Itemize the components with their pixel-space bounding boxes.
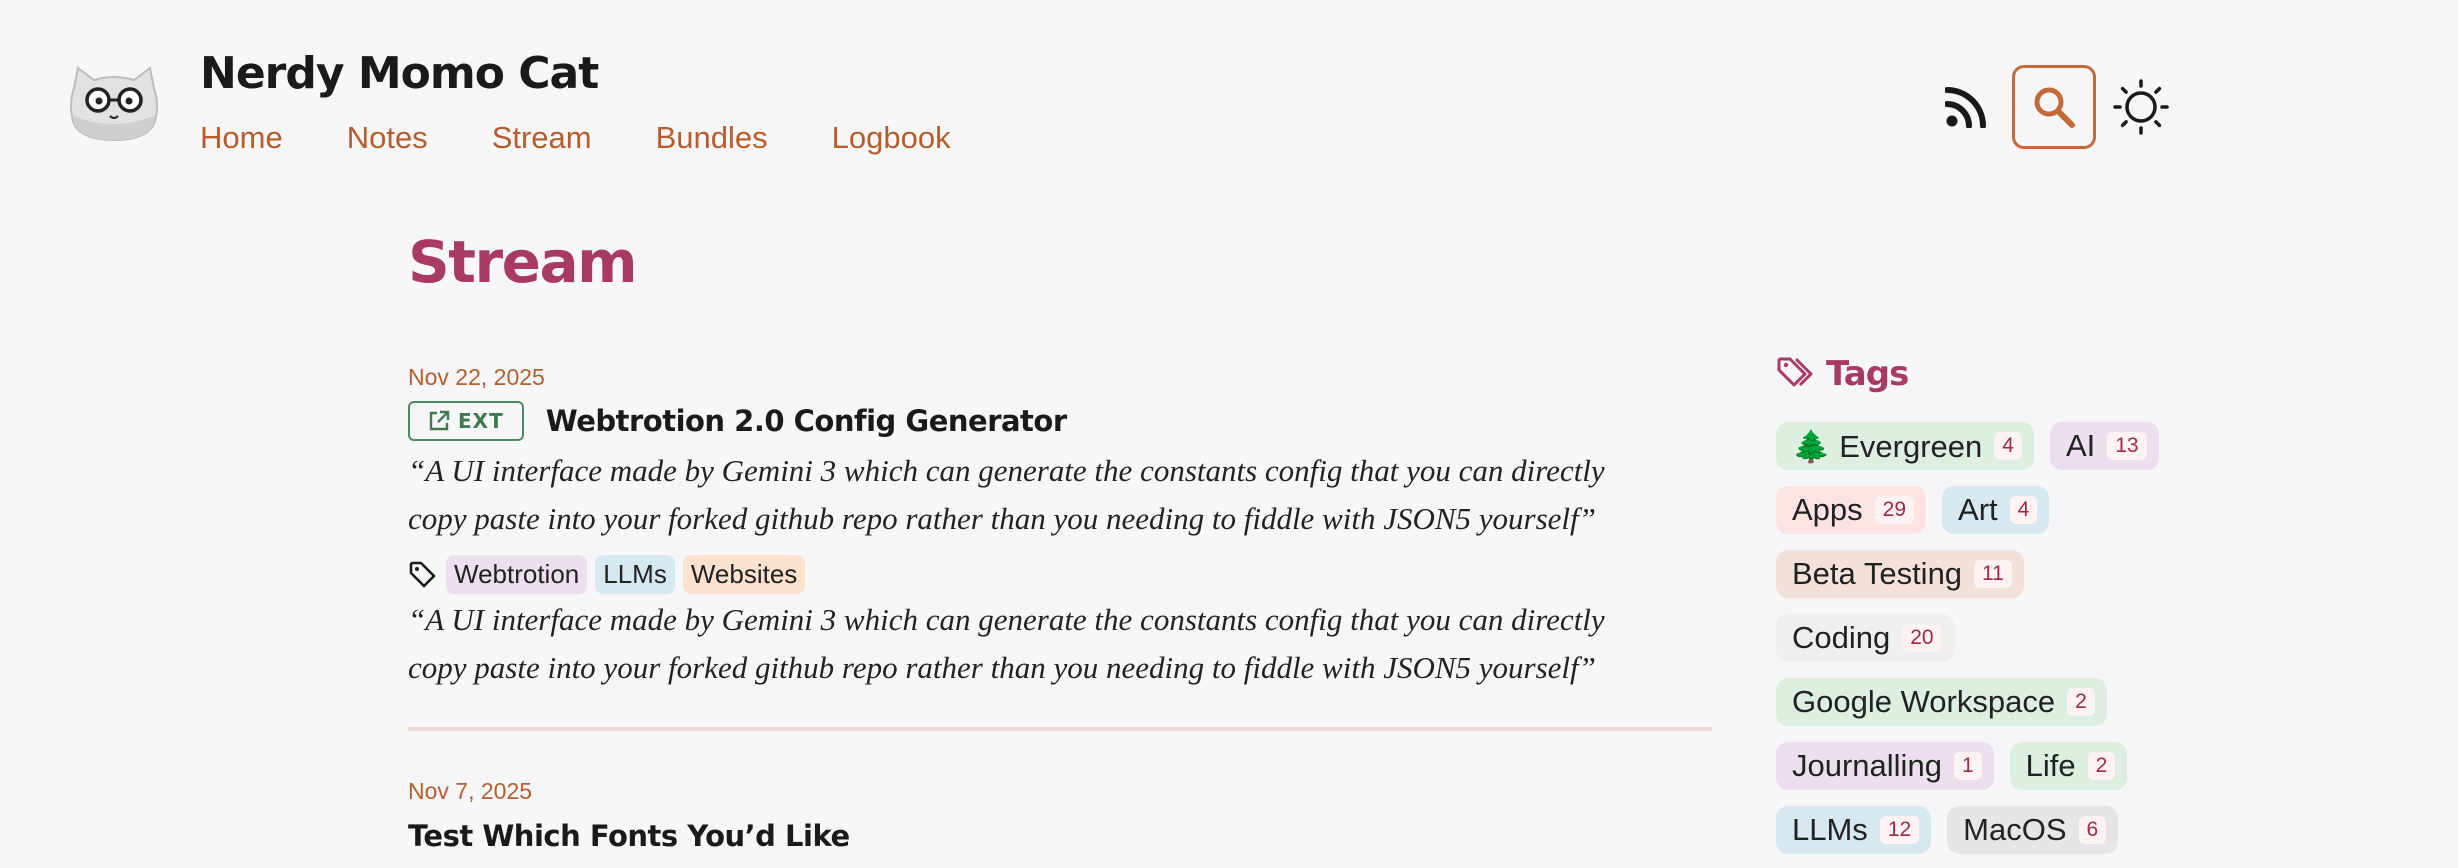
- tag-cloud: 🌲 Evergreen 4 AI 13 Apps 29 Art 4 Beta Testing 11…: [1776, 422, 2196, 854]
- stream-post: Nov 7, 2025 Test Which Fonts You’d Like: [408, 778, 1712, 853]
- post-title[interactable]: Webtrotion 2.0 Config Generator: [546, 404, 1067, 438]
- post-tag-llms[interactable]: LLMs: [595, 555, 675, 594]
- tag-chip-count: 20: [1902, 624, 1942, 652]
- quote-line: “A UI interface made by Gemini 3 which c…: [408, 453, 1605, 488]
- sun-icon[interactable]: [2110, 62, 2172, 152]
- nav-notes[interactable]: Notes: [347, 120, 428, 156]
- tag-chip-count: 4: [2009, 496, 2038, 524]
- post-tag-webtrotion[interactable]: Webtrotion: [446, 555, 588, 594]
- badge-label: EXT: [458, 409, 504, 433]
- tag-chip-count: 1: [1953, 752, 1982, 780]
- tag-chip-label: MacOS: [1963, 812, 2067, 847]
- tag-chip-label: Journalling: [1792, 748, 1942, 783]
- tag-chip[interactable]: Apps 29: [1776, 486, 1927, 534]
- search-icon: [2034, 87, 2075, 128]
- tags-heading: Tags: [1776, 354, 2196, 394]
- post-header: EXT Webtrotion 2.0 Config Generator: [408, 401, 1712, 441]
- main-nav: Home Notes Stream Bundles Logbook: [200, 120, 951, 156]
- nav-logbook[interactable]: Logbook: [832, 120, 951, 156]
- tag-chip-count: 11: [1974, 560, 2012, 588]
- search-button[interactable]: [2012, 65, 2096, 149]
- tag-chip-label: AI: [2065, 428, 2096, 463]
- tag-chip[interactable]: MacOS 6: [1947, 806, 2119, 854]
- post-date: Nov 22, 2025: [408, 364, 545, 390]
- tag-chip-label: LLMs: [1792, 812, 1868, 847]
- stream-post: Nov 22, 2025 EXT Webtrotion 2.0 Config G…: [408, 364, 1712, 692]
- post-divider: [408, 727, 1712, 731]
- header-actions: [1940, 62, 2172, 152]
- cat-logo-icon[interactable]: [68, 66, 160, 142]
- tag-chip-count: 13: [2107, 432, 2147, 460]
- post-title[interactable]: Test Which Fonts You’d Like: [408, 819, 850, 853]
- tag-chip-label: Art: [1958, 492, 1998, 527]
- post-quote-repeat: “A UI interface made by Gemini 3 which c…: [408, 596, 1712, 692]
- tag-chip[interactable]: Beta Testing 11: [1776, 550, 2024, 598]
- tag-chip-label: Coding: [1792, 620, 1891, 655]
- tag-chip[interactable]: Coding 20: [1776, 614, 1954, 662]
- tag-chip[interactable]: Life 2: [2009, 742, 2128, 790]
- rss-icon[interactable]: [1940, 62, 1992, 152]
- tags-sidebar: Tags 🌲 Evergreen 4 AI 13 Apps 29 Art 4 Beta Test…: [1776, 354, 2196, 854]
- tag-chip[interactable]: Journalling 1: [1776, 742, 1994, 790]
- tag-chip[interactable]: Art 4: [1942, 486, 2050, 534]
- tag-chip-label: Google Workspace: [1792, 684, 2056, 719]
- external-link-badge[interactable]: EXT: [408, 401, 524, 441]
- post-date: Nov 7, 2025: [408, 778, 533, 804]
- tag-chip-count: 12: [1879, 816, 1920, 844]
- post-header: Test Which Fonts You’d Like: [408, 819, 1712, 853]
- tag-icon: [409, 561, 436, 587]
- tag-chip-count: 2: [2067, 688, 2095, 716]
- tag-chip[interactable]: AI 13: [2049, 422, 2159, 470]
- tags-icon: [1777, 357, 1813, 387]
- external-link-icon: [429, 410, 450, 431]
- quote-line: copy paste into your forked github repo …: [408, 501, 1596, 536]
- tag-chip-count: 29: [1874, 496, 1915, 524]
- tag-chip[interactable]: Google Workspace 2: [1776, 678, 2107, 726]
- post-tags: Webtrotion LLMs Websites: [408, 555, 1712, 594]
- quote-line: “A UI interface made by Gemini 3 which c…: [408, 602, 1605, 637]
- tag-chip-count: 6: [2078, 816, 2107, 844]
- quote-line: copy paste into your forked github repo …: [408, 650, 1596, 685]
- tag-chip-label: Apps: [1792, 492, 1863, 527]
- page-title: Stream: [408, 228, 638, 296]
- post-quote: “A UI interface made by Gemini 3 which c…: [408, 447, 1712, 543]
- nav-stream[interactable]: Stream: [492, 120, 592, 156]
- tag-chip-count: 4: [1994, 432, 2022, 460]
- tag-chip-label: Life: [2025, 748, 2076, 783]
- post-tag-websites[interactable]: Websites: [682, 555, 806, 594]
- nav-bundles[interactable]: Bundles: [656, 120, 768, 156]
- nav-home[interactable]: Home: [200, 120, 283, 156]
- tag-chip[interactable]: LLMs 12: [1776, 806, 1932, 854]
- tag-chip[interactable]: 🌲 Evergreen 4: [1776, 422, 2034, 470]
- tag-chip-label: Beta Testing: [1792, 556, 1963, 591]
- tag-chip-label: 🌲 Evergreen: [1792, 428, 1983, 464]
- tag-chip-count: 2: [2087, 752, 2116, 780]
- tags-heading-label: Tags: [1826, 354, 1909, 394]
- site-title[interactable]: Nerdy Momo Cat: [200, 48, 599, 99]
